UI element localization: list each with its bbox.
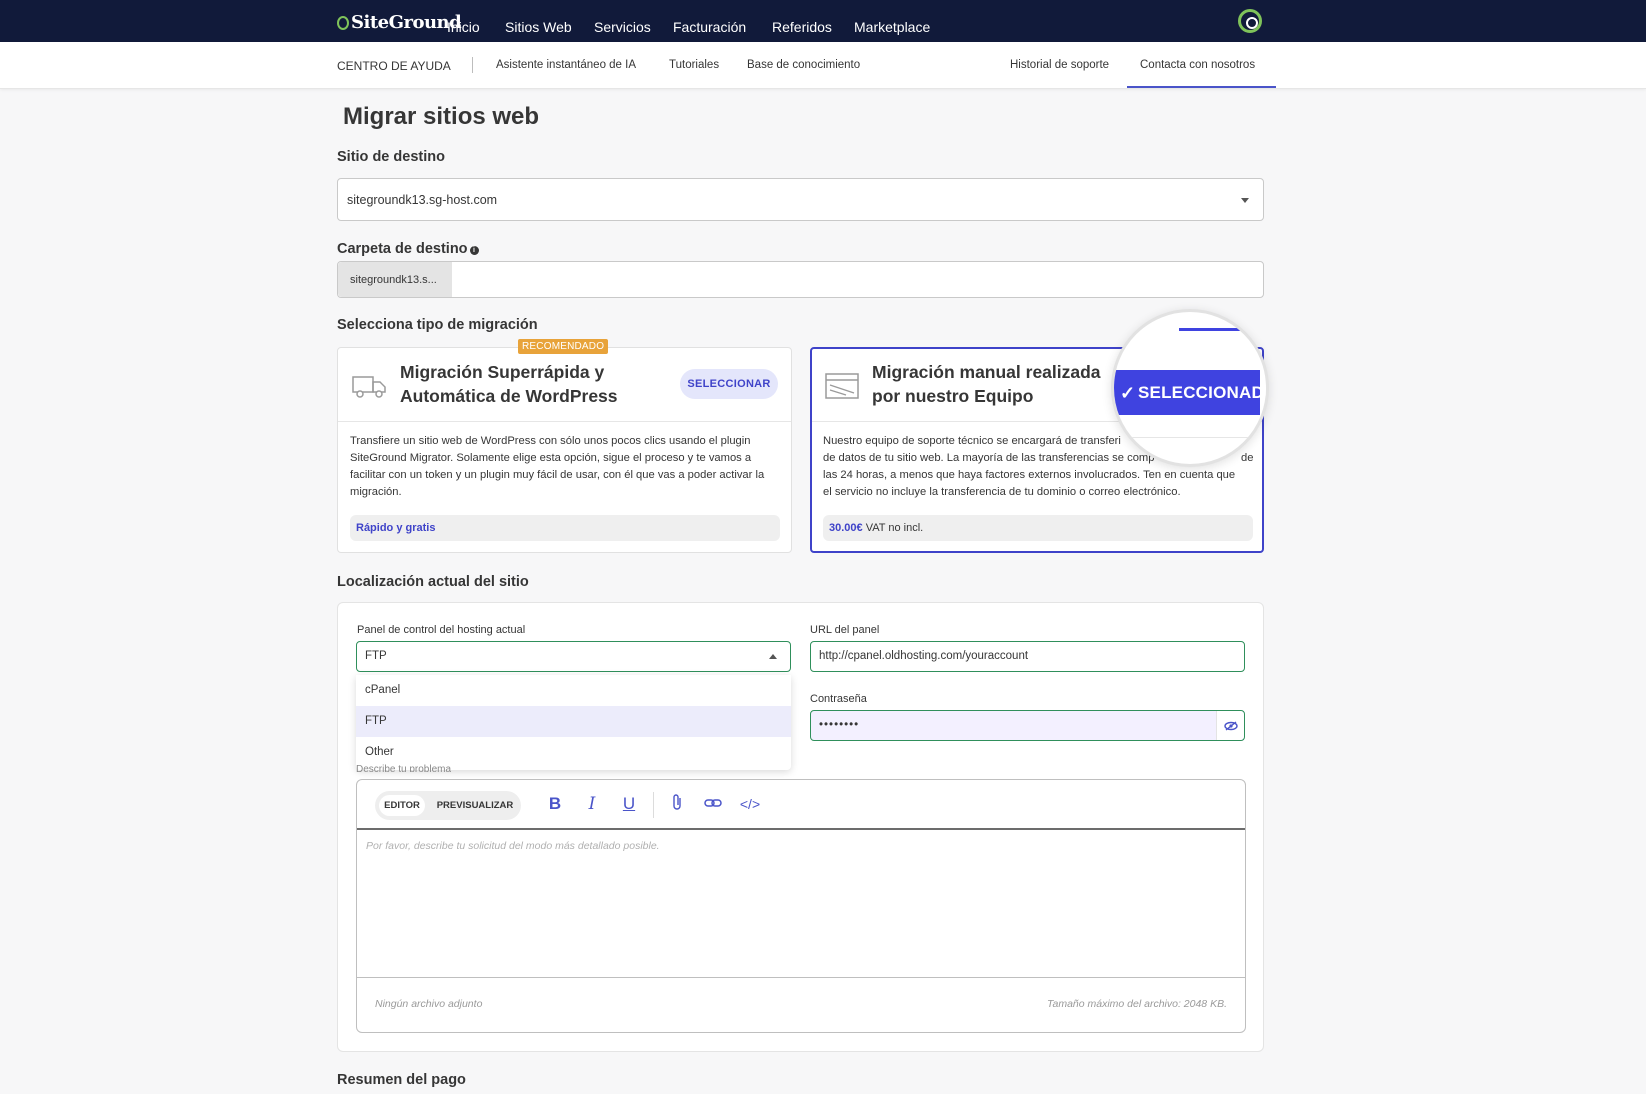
logo-swirl-icon <box>337 15 349 30</box>
describe-problem-label: Describe tu problema <box>356 764 452 772</box>
attachment-icon[interactable] <box>666 793 688 815</box>
link-icon[interactable] <box>702 793 724 815</box>
chevron-down-icon <box>1241 198 1249 203</box>
subnav-ai-assistant[interactable]: Asistente instantáneo de IA <box>496 59 636 71</box>
password-label: Contraseña <box>810 693 867 705</box>
subnav-contact-us[interactable]: Contacta con nosotros <box>1140 59 1255 71</box>
current-location-label: Localización actual del sitio <box>337 574 529 590</box>
hosting-panel-label: Panel de control del hosting actual <box>357 624 526 636</box>
nav-sitios-web[interactable]: Sitios Web <box>505 19 572 35</box>
description-editor: EDITOR PREVISUALIZAR B I U </> Por favor… <box>356 779 1246 1033</box>
tab-preview[interactable]: PREVISUALIZAR <box>433 795 517 816</box>
manual-desc-line4: el servicio no incluye la transferencia … <box>823 486 1181 498</box>
destination-folder-label-text: Carpeta de destino <box>337 241 468 257</box>
editor-mode-tabs: EDITOR PREVISUALIZAR <box>375 791 521 820</box>
password-input[interactable]: •••••••• <box>810 710 1245 741</box>
recommended-badge: RECOMENDADO <box>518 339 609 354</box>
destination-site-value: sitegroundk13.sg-host.com <box>347 193 498 207</box>
subnav-support-history[interactable]: Historial de soporte <box>1010 59 1109 71</box>
selected-migration-button[interactable]: SELECCIONADO <box>1114 370 1266 415</box>
manual-desc-line2-tail: de <box>1241 452 1254 464</box>
panel-url-input[interactable]: http://cpanel.oldhosting.com/youraccount <box>810 641 1245 672</box>
manual-migration-title-line2: por nuestro Equipo <box>872 386 1034 406</box>
panel-url-label: URL del panel <box>810 624 880 636</box>
editor-textarea[interactable]: Por favor, describe tu solicitud del mod… <box>357 830 1245 978</box>
destination-folder-label: Carpeta de destino i <box>337 241 479 257</box>
manual-migration-title: Migración manual realizada por nuestro E… <box>872 360 1101 408</box>
logo-text: SiteGround <box>351 12 462 33</box>
manual-migration-price: 30.00€ <box>829 522 863 534</box>
auto-migration-title-line1: Migración Superrápida y <box>400 362 605 382</box>
auto-migration-footer: Rápido y gratis <box>350 515 780 541</box>
option-cpanel[interactable]: cPanel <box>356 675 791 706</box>
manual-migration-price-note: VAT no incl. <box>865 522 924 534</box>
manual-migration-footer: 30.00€ VAT no incl. <box>823 515 1253 541</box>
top-navigation: SiteGround Inicio Sitios Web Servicios F… <box>0 0 1646 42</box>
auto-migration-title-line2: Automática de WordPress <box>400 386 618 406</box>
manual-desc-line3: las 24 horas, a menos que haya factores … <box>823 469 1236 481</box>
zoom-magnifier: SELECCIONADO ✓ <box>1111 309 1269 467</box>
help-center-title[interactable]: CENTRO DE AYUDA <box>337 59 451 73</box>
manual-desc-line2-text: de datos de tu sitio web. La mayoría de … <box>823 452 1155 464</box>
hosting-panel-dropdown: cPanel FTP Other <box>356 675 791 770</box>
editor-footer: Ningún archivo adjunto Tamaño máximo del… <box>357 978 1245 1032</box>
nav-marketplace[interactable]: Marketplace <box>854 19 930 35</box>
editor-toolbar: EDITOR PREVISUALIZAR B I U </> <box>357 780 1245 830</box>
italic-icon[interactable]: I <box>581 793 603 815</box>
nav-servicios[interactable]: Servicios <box>594 19 651 35</box>
no-attachment-text: Ningún archivo adjunto <box>375 998 483 1010</box>
underline-icon[interactable]: U <box>618 793 640 815</box>
eye-off-icon <box>1224 721 1238 731</box>
code-icon[interactable]: </> <box>739 793 761 815</box>
password-value: •••••••• <box>819 719 860 731</box>
user-profile-icon[interactable] <box>1238 9 1262 33</box>
page-title: Migrar sitios web <box>343 103 540 130</box>
option-ftp[interactable]: FTP <box>356 706 791 737</box>
auto-migration-title: Migración Superrápida y Automática de Wo… <box>400 360 618 408</box>
folder-prefix: sitegroundk13.s... <box>338 262 452 297</box>
info-icon[interactable]: i <box>469 246 479 255</box>
checkmark-icon: ✓ <box>1120 383 1136 403</box>
toolbar-divider <box>653 792 654 818</box>
hosting-panel-value: FTP <box>365 650 387 662</box>
subnav-tutorials[interactable]: Tutoriales <box>669 59 719 71</box>
subnav-knowledge-base[interactable]: Base de conocimiento <box>747 59 860 71</box>
destination-site-select[interactable]: sitegroundk13.sg-host.com <box>337 178 1264 221</box>
payment-summary-label: Resumen del pago <box>337 1072 466 1088</box>
destination-site-label: Sitio de destino <box>337 149 445 165</box>
tab-editor[interactable]: EDITOR <box>379 795 425 816</box>
subnav-divider <box>472 57 473 73</box>
browser-window-icon <box>825 373 859 399</box>
magnifier-separator <box>1114 437 1266 438</box>
help-center-subnav: CENTRO DE AYUDA Asistente instantáneo de… <box>0 42 1646 89</box>
hosting-panel-select[interactable]: FTP <box>356 641 791 672</box>
auto-migration-description: Transfiere un sitio web de WordPress con… <box>350 435 765 498</box>
magnifier-top-line <box>1179 328 1263 331</box>
nav-referidos[interactable]: Referidos <box>772 19 832 35</box>
migration-type-label: Selecciona tipo de migración <box>337 317 538 333</box>
max-file-size-text: Tamaño máximo del archivo: 2048 KB. <box>1047 998 1227 1010</box>
editor-placeholder: Por favor, describe tu solicitud del mod… <box>366 840 660 852</box>
manual-migration-title-line1: Migración manual realizada <box>872 362 1101 382</box>
nav-facturacion[interactable]: Facturación <box>673 19 746 35</box>
eye-toggle[interactable] <box>1216 711 1244 740</box>
siteground-logo[interactable]: SiteGround <box>337 12 462 33</box>
select-auto-migration-button[interactable]: SELECCIONAR <box>680 369 778 399</box>
subnav-active-indicator <box>1127 86 1276 88</box>
truck-icon <box>352 376 386 398</box>
bold-icon[interactable]: B <box>544 793 566 815</box>
chevron-up-icon <box>769 654 777 659</box>
nav-inicio[interactable]: Inicio <box>447 19 480 35</box>
destination-folder-input[interactable]: sitegroundk13.s... <box>337 261 1264 298</box>
